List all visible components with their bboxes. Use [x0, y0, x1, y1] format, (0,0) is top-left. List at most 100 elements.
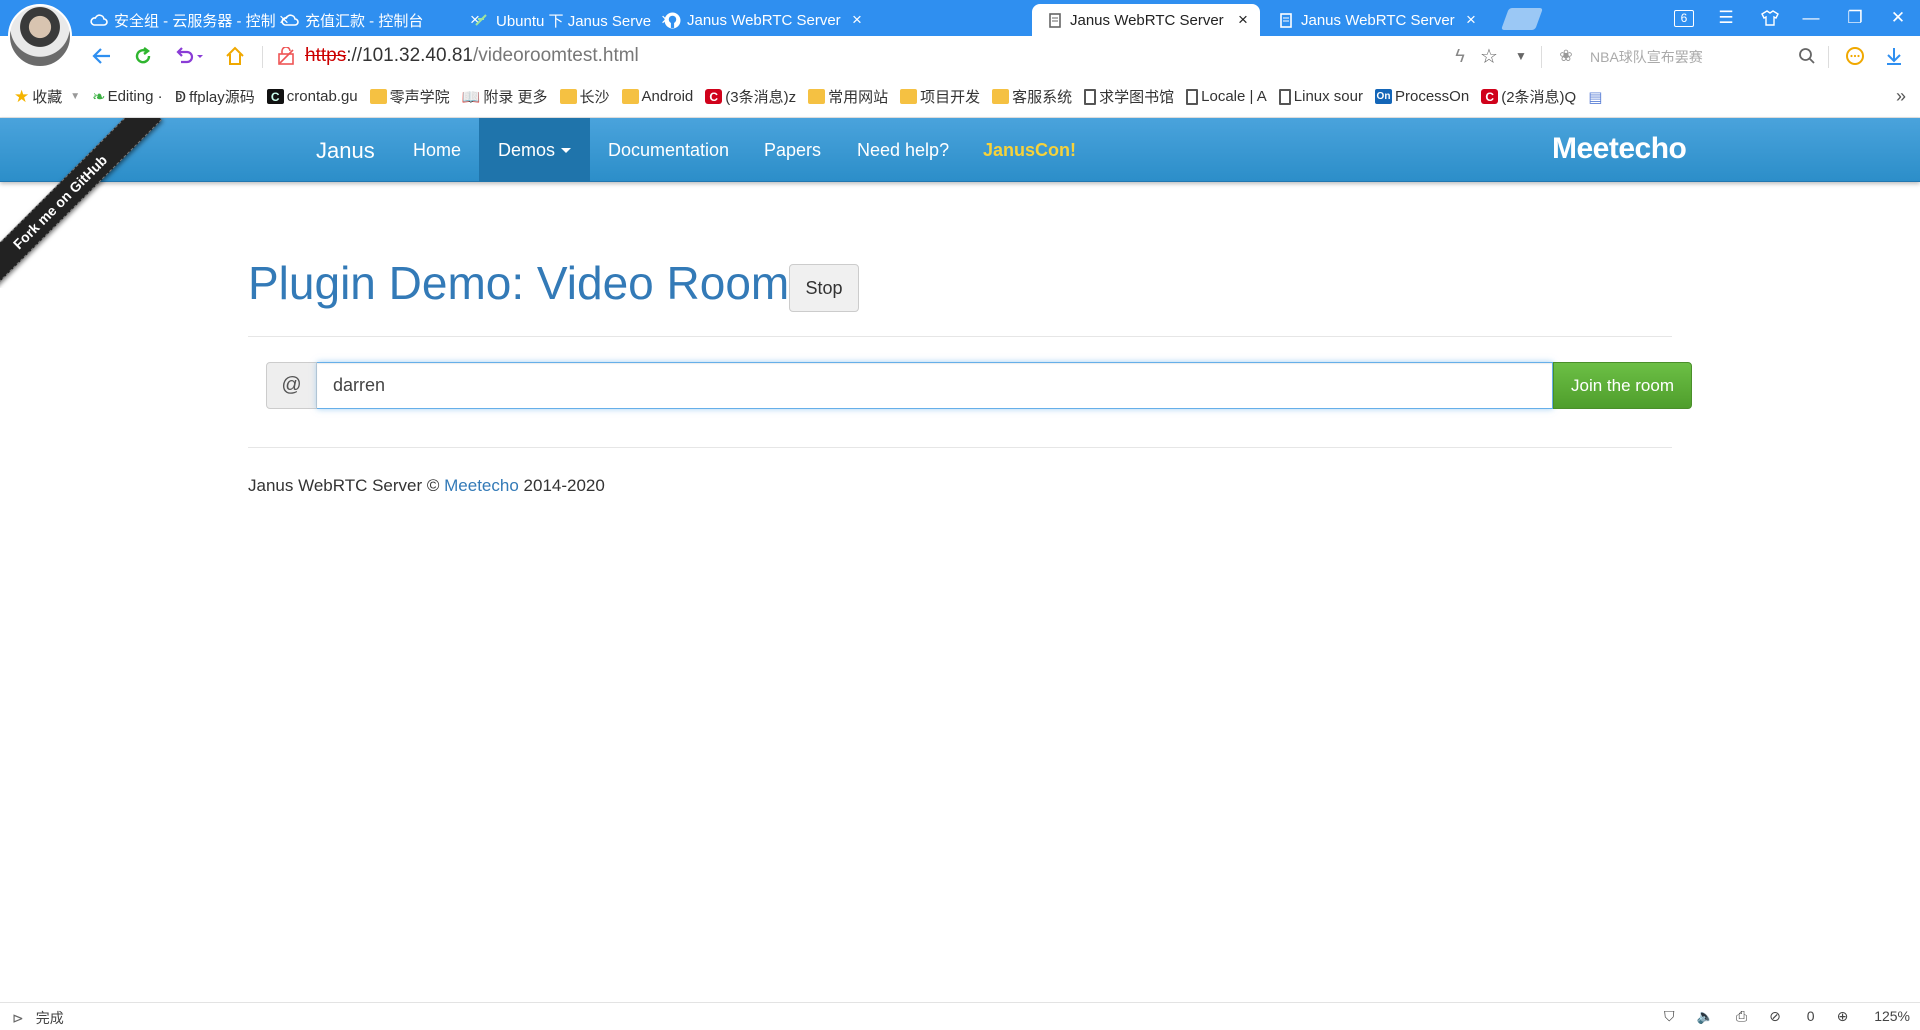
close-icon[interactable]: ×: [1462, 10, 1480, 30]
bookmark-appendix[interactable]: 📖 附录 更多: [462, 86, 548, 107]
meetecho-logo[interactable]: Meetecho: [1552, 132, 1687, 166]
github-ribbon-label: Fork me on GitHub: [0, 118, 162, 288]
url-protocol: https: [305, 45, 347, 66]
at-addon: @: [266, 362, 317, 409]
bookmark-folder-project[interactable]: 项目开发: [900, 86, 980, 107]
feather-icon: [472, 11, 490, 29]
close-window-icon[interactable]: ✕: [1878, 0, 1918, 36]
adblock-icon[interactable]: ⊘ 0: [1769, 1008, 1814, 1025]
chat-icon[interactable]: [1841, 42, 1869, 70]
footer-suffix: 2014-2020: [518, 476, 605, 495]
tab-janus-2[interactable]: Janus WebRTC Server ×: [1263, 4, 1488, 36]
refresh-icon[interactable]: [129, 42, 157, 70]
zoom-control[interactable]: ⊕ 125%: [1837, 1008, 1910, 1025]
menu-icon[interactable]: ☰: [1706, 0, 1746, 36]
github-icon: [663, 11, 681, 29]
avatar[interactable]: [8, 4, 72, 68]
folder-icon: [992, 89, 1010, 104]
zoom-level: 125%: [1874, 1008, 1910, 1024]
page-icon: [1046, 11, 1064, 29]
status-bar: ⊳ 完成 ⛉ 🔈 ⎙ ⊘ 0 ⊕ 125%: [0, 1002, 1920, 1030]
doc-icon: [1278, 88, 1291, 105]
processon-icon: On: [1375, 89, 1392, 104]
leaf-icon: ❧: [92, 88, 106, 106]
folder-icon: [808, 89, 826, 104]
cloud-icon: [281, 11, 299, 29]
bookmarks-bar: ★ 收藏 ▼ ❧ Editing · ↁ ffplay源码 Ccrontab.gu 零声…: [0, 76, 1920, 118]
shield-icon[interactable]: ⛉: [1664, 1008, 1675, 1025]
status-text: 完成: [35, 1010, 64, 1026]
undo-icon[interactable]: [170, 42, 210, 70]
nav-papers[interactable]: Papers: [745, 118, 840, 182]
janus-brand-link[interactable]: Janus: [316, 138, 375, 164]
nav-documentation[interactable]: Documentation: [589, 118, 748, 182]
search-icon[interactable]: [1793, 42, 1821, 70]
bookmark-ffplay[interactable]: ↁ ffplay源码: [175, 86, 255, 107]
download-icon[interactable]: [1880, 42, 1908, 70]
nav-home[interactable]: Home: [394, 118, 480, 182]
tab-janus-github[interactable]: Janus WebRTC Server ×: [649, 4, 874, 36]
bookmark-csdn-2[interactable]: C (2条消息)Q: [1481, 86, 1576, 107]
bookmark-locale[interactable]: Locale | A: [1186, 88, 1267, 105]
speaker-icon[interactable]: 🔈: [1697, 1008, 1714, 1025]
bookmark-folder-android[interactable]: Android: [621, 88, 693, 105]
join-room-button[interactable]: Join the room: [1553, 362, 1692, 409]
nav-januscon[interactable]: JanusCon!: [964, 118, 1095, 182]
url-field[interactable]: https://101.32.40.81/videoroomtest.html: [305, 45, 639, 67]
close-icon[interactable]: ×: [848, 10, 866, 30]
bookmark-linux-source[interactable]: Linux sour: [1278, 88, 1363, 105]
bookmark-folder-lingsheng[interactable]: 零声学院: [369, 86, 450, 107]
close-icon[interactable]: ×: [1234, 10, 1252, 30]
browser-tab-strip: 安全组 - 云服务器 - 控制 × 充值汇款 - 控制台 × Ubuntu 下 …: [0, 0, 1920, 36]
bookmark-folder-common[interactable]: 常用网站: [808, 86, 888, 107]
janus-navbar: Janus Home Demos Documentation Papers Ne…: [0, 118, 1920, 182]
c-icon: C: [266, 89, 284, 104]
gift-icon[interactable]: ⎙: [1736, 1008, 1747, 1025]
bookmark-crontab[interactable]: Ccrontab.gu: [266, 88, 358, 105]
bookmark-folder-changsha[interactable]: 长沙: [559, 86, 610, 107]
meetecho-link[interactable]: Meetecho: [444, 476, 519, 495]
footer-prefix: Janus WebRTC Server ©: [248, 476, 445, 495]
username-input[interactable]: [317, 362, 1553, 409]
tab-janus-active[interactable]: Janus WebRTC Server ×: [1032, 4, 1260, 36]
search-input[interactable]: NBA球队宣布罢赛: [1590, 47, 1703, 67]
blocked-count: 0: [1806, 1008, 1815, 1024]
divider: [248, 336, 1672, 337]
tab-title: Janus WebRTC Server: [1301, 11, 1455, 29]
squiggle-icon: ↁ: [174, 88, 187, 106]
nav-help[interactable]: Need help?: [838, 118, 968, 182]
cloud-icon: [90, 11, 108, 29]
minimize-icon[interactable]: —: [1791, 0, 1831, 36]
url-host: ://101.32.40.81: [346, 45, 473, 66]
bookmark-extra[interactable]: ▤: [1588, 88, 1602, 106]
csdn-icon: C: [705, 89, 723, 104]
window-list-button[interactable]: 6: [1664, 0, 1704, 36]
more-bookmarks-icon[interactable]: »: [1896, 86, 1906, 107]
csdn-icon: C: [1481, 89, 1499, 104]
nav-demos[interactable]: Demos: [479, 118, 591, 182]
github-ribbon[interactable]: Fork me on GitHub: [0, 118, 170, 288]
site-warning-icon[interactable]: [272, 42, 300, 70]
back-icon[interactable]: [88, 42, 116, 70]
footer: Janus WebRTC Server © Meetecho 2014-2020: [248, 476, 605, 496]
lightning-icon[interactable]: ϟ: [1446, 42, 1474, 70]
restore-icon[interactable]: ❐: [1835, 0, 1875, 36]
url-path: /videoroomtest.html: [472, 45, 639, 66]
folder-icon: [369, 89, 387, 104]
register-form: @ Join the room: [266, 362, 1692, 409]
bookmark-editing[interactable]: ❧ Editing ·: [92, 87, 162, 107]
stop-button[interactable]: Stop: [789, 264, 859, 312]
bookmark-folder-support[interactable]: 客服系统: [992, 86, 1072, 107]
bookmark-favorites[interactable]: ★ 收藏 ▼: [14, 86, 80, 107]
bookmark-library[interactable]: 求学图书馆: [1084, 86, 1174, 107]
new-tab-button[interactable]: [1500, 8, 1544, 30]
star-icon: ★: [14, 86, 30, 106]
home-icon[interactable]: [221, 42, 249, 70]
bookmark-csdn-1[interactable]: C (3条消息)z: [705, 86, 796, 107]
chevron-down-icon[interactable]: ▼: [1507, 42, 1535, 70]
skin-icon[interactable]: [1750, 0, 1790, 36]
doc-icon: [1084, 88, 1097, 105]
bookmark-processon[interactable]: On ProcessOn: [1375, 88, 1469, 105]
sidebar-toggle-icon[interactable]: ⊳: [12, 1010, 24, 1027]
bookmark-star-icon[interactable]: ☆: [1475, 42, 1503, 70]
